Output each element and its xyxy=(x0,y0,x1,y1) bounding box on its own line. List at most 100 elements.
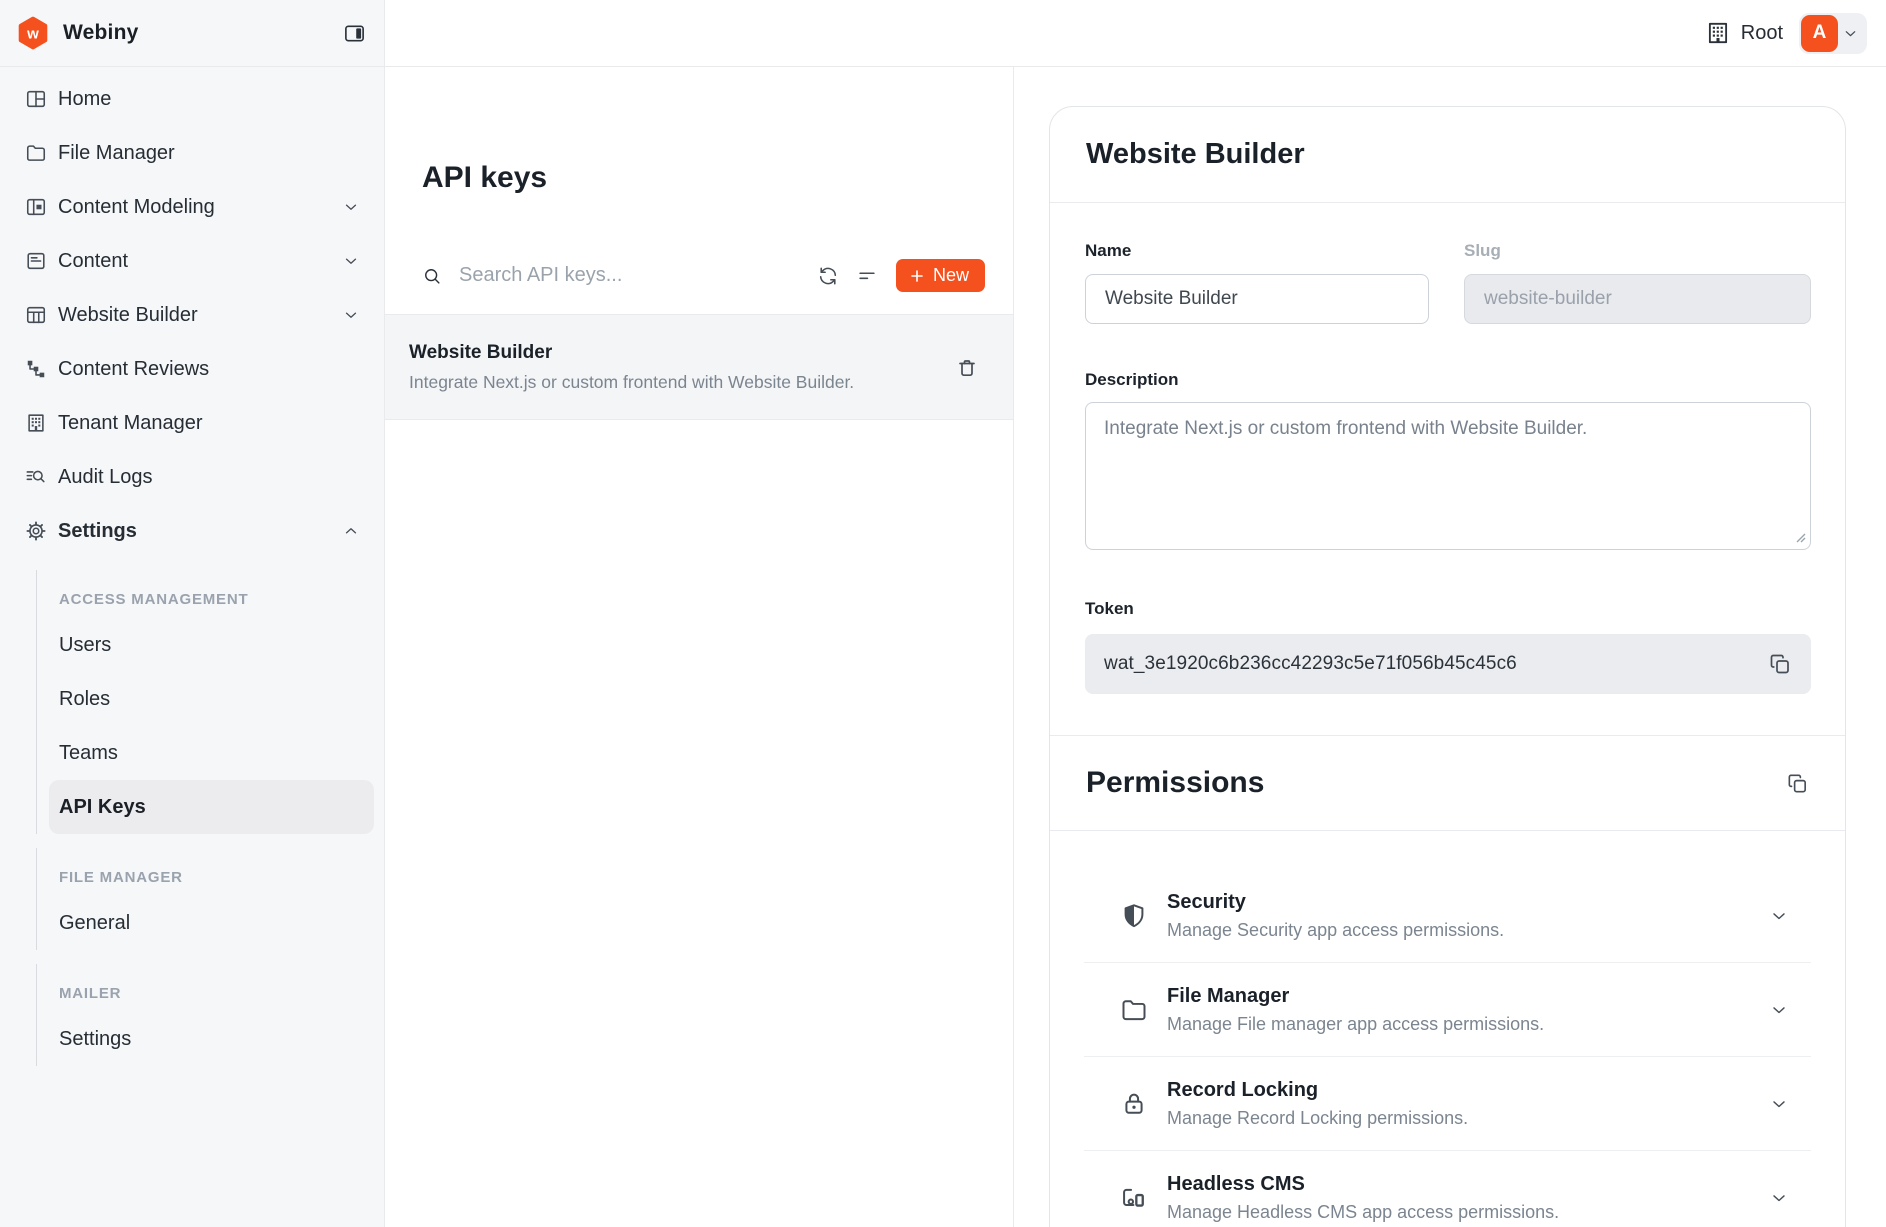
page-title: API keys xyxy=(422,161,547,195)
sidebar-item-label: Users xyxy=(59,634,111,657)
sidebar-item-label: Content Reviews xyxy=(58,358,209,381)
permission-description: Manage File manager app access permissio… xyxy=(1167,1014,1544,1035)
sort-icon[interactable] xyxy=(856,265,878,287)
sidebar-item-home[interactable]: Home xyxy=(0,72,384,126)
tenant-name[interactable]: Root xyxy=(1741,22,1783,45)
name-label: Name xyxy=(1085,241,1429,261)
headless-cms-icon xyxy=(1120,1184,1148,1212)
user-menu[interactable]: A xyxy=(1799,13,1867,54)
sidebar-item-tenant-manager[interactable]: Tenant Manager xyxy=(0,396,384,450)
sidebar-item-general[interactable]: General xyxy=(37,896,384,950)
building-icon xyxy=(25,412,47,434)
sidebar-item-label: File Manager xyxy=(58,142,175,165)
settings-section-file-manager: FILE MANAGER General xyxy=(36,848,384,950)
chevron-down-icon xyxy=(1769,1000,1789,1020)
chevron-down-icon xyxy=(342,198,360,216)
card-header: Website Builder xyxy=(1050,107,1845,203)
new-api-key-button[interactable]: New xyxy=(896,259,985,292)
sidebar-item-content-modeling[interactable]: Content Modeling xyxy=(0,180,384,234)
sidebar-item-website-builder[interactable]: Website Builder xyxy=(0,288,384,342)
permission-description: Manage Headless CMS app access permissio… xyxy=(1167,1202,1559,1223)
sidebar-item-teams[interactable]: Teams xyxy=(37,726,384,780)
tenant-building-icon xyxy=(1705,20,1731,46)
permission-row-headless-cms[interactable]: Headless CMS Manage Headless CMS app acc… xyxy=(1050,1151,1845,1227)
sidebar-item-label: General xyxy=(59,912,130,935)
sidebar-item-label: Settings xyxy=(58,520,137,543)
sidebar-collapse-icon[interactable] xyxy=(343,22,366,45)
list-item-description: Integrate Next.js or custom frontend wit… xyxy=(409,372,933,393)
delete-icon[interactable] xyxy=(955,356,979,380)
sidebar-item-label: Teams xyxy=(59,742,118,765)
permissions-header: Permissions xyxy=(1050,736,1845,831)
chevron-down-icon xyxy=(1769,906,1789,926)
sidebar-item-mailer-settings[interactable]: Settings xyxy=(37,1012,384,1066)
list-item-website-builder[interactable]: Website Builder Integrate Next.js or cus… xyxy=(385,314,1013,420)
api-key-title: Website Builder xyxy=(1086,138,1305,171)
sidebar-item-label: Website Builder xyxy=(58,304,198,327)
chevron-down-icon xyxy=(1769,1188,1789,1208)
api-keys-list: Website Builder Integrate Next.js or cus… xyxy=(385,314,1013,420)
description-field[interactable]: Integrate Next.js or custom frontend wit… xyxy=(1085,402,1811,550)
api-key-detail-panel: Website Builder Name Slug Description In… xyxy=(1014,67,1886,1227)
permission-title: Headless CMS xyxy=(1167,1173,1559,1196)
refresh-icon[interactable] xyxy=(817,265,839,287)
chevron-down-icon xyxy=(342,252,360,270)
name-field[interactable] xyxy=(1085,274,1429,324)
sidebar-item-api-keys[interactable]: API Keys xyxy=(49,780,374,834)
content-modeling-icon xyxy=(25,196,47,218)
sidebar-item-label: Audit Logs xyxy=(58,466,153,489)
section-label: MAILER xyxy=(37,964,384,1012)
sidebar-item-file-manager[interactable]: File Manager xyxy=(0,126,384,180)
description-label: Description xyxy=(1085,370,1811,390)
avatar: A xyxy=(1801,15,1838,52)
permission-row-record-locking[interactable]: Record Locking Manage Record Locking per… xyxy=(1050,1057,1845,1150)
permission-description: Manage Record Locking permissions. xyxy=(1167,1108,1468,1129)
permissions-title: Permissions xyxy=(1086,766,1264,800)
chevron-down-icon xyxy=(342,306,360,324)
home-icon xyxy=(25,88,47,110)
audit-logs-icon xyxy=(25,466,47,488)
chevron-up-icon xyxy=(342,522,360,540)
sidebar-item-label: Settings xyxy=(59,1028,131,1051)
sidebar-item-users[interactable]: Users xyxy=(37,618,384,672)
chevron-down-icon xyxy=(1842,25,1859,42)
folder-icon xyxy=(25,142,47,164)
new-button-label: New xyxy=(933,265,969,286)
folder-icon xyxy=(1120,996,1148,1024)
sidebar-item-content-reviews[interactable]: Content Reviews xyxy=(0,342,384,396)
gear-icon xyxy=(25,520,47,542)
sidebar-item-settings[interactable]: Settings xyxy=(0,504,384,558)
api-keys-list-panel: API keys New Website Builder Inte xyxy=(385,67,1014,1227)
permission-title: Record Locking xyxy=(1167,1079,1468,1102)
sidebar-item-content[interactable]: Content xyxy=(0,234,384,288)
sidebar-item-roles[interactable]: Roles xyxy=(37,672,384,726)
permission-row-security[interactable]: Security Manage Security app access perm… xyxy=(1050,869,1845,962)
search-icon xyxy=(422,266,442,286)
copy-token-icon[interactable] xyxy=(1768,652,1792,676)
sidebar-item-label: Roles xyxy=(59,688,110,711)
brand-name: Webiny xyxy=(63,21,139,45)
permission-title: Security xyxy=(1167,891,1504,914)
content-icon xyxy=(25,250,47,272)
plus-icon xyxy=(909,268,925,284)
settings-section-access-management: ACCESS MANAGEMENT Users Roles Teams API … xyxy=(36,570,384,834)
chevron-down-icon xyxy=(1769,1094,1789,1114)
token-box: wat_3e1920c6b236cc42293c5e71f056b45c45c6 xyxy=(1085,634,1811,694)
token-label: Token xyxy=(1085,599,1811,619)
permission-row-file-manager[interactable]: File Manager Manage File manager app acc… xyxy=(1050,963,1845,1056)
website-builder-icon xyxy=(25,304,47,326)
sidebar-item-label: API Keys xyxy=(59,796,146,819)
sidebar: w Webiny Home File xyxy=(0,0,385,1227)
copy-permissions-icon[interactable] xyxy=(1786,772,1809,795)
sidebar-item-label: Content xyxy=(58,250,128,273)
sidebar-item-label: Home xyxy=(58,88,111,111)
permissions-list: Security Manage Security app access perm… xyxy=(1050,831,1845,1227)
sidebar-item-audit-logs[interactable]: Audit Logs xyxy=(0,450,384,504)
sidebar-nav: Home File Manager Content Modeling xyxy=(0,72,384,1066)
search-input[interactable] xyxy=(459,264,817,287)
api-key-form: Name Slug Description Integrate Next.js … xyxy=(1050,241,1845,736)
section-label: FILE MANAGER xyxy=(37,848,384,896)
webiny-logo-icon: w xyxy=(16,16,50,50)
svg-text:w: w xyxy=(26,26,39,43)
sidebar-item-label: Content Modeling xyxy=(58,196,215,219)
